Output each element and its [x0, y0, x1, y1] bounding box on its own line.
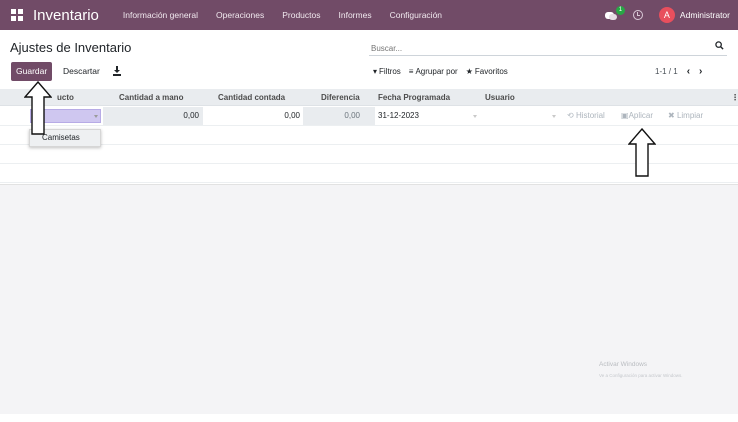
counted-value[interactable]: 0,00 — [203, 107, 303, 125]
menu-item-operations[interactable]: Operaciones — [216, 10, 264, 20]
menu-item-general[interactable]: Información general — [123, 10, 198, 20]
group-by-button[interactable]: ≡ Agrupar por — [405, 62, 462, 81]
pager-previous-icon[interactable]: ‹ — [687, 62, 690, 81]
save-button[interactable]: Guardar — [11, 62, 53, 81]
filter-icon: ▾ — [373, 67, 378, 76]
apply-button[interactable]: ▣Aplicar — [621, 107, 653, 125]
apps-menu-icon[interactable] — [11, 9, 23, 21]
user-chevron-icon[interactable] — [552, 115, 556, 118]
notification-badge: 1 — [615, 6, 625, 15]
windows-watermark-title: Activar Windows — [599, 361, 648, 368]
menu-item-settings[interactable]: Configuración — [390, 10, 442, 20]
navbar-right: 1 A Administrator — [604, 0, 730, 30]
user-name[interactable]: Administrator — [680, 10, 730, 20]
app-title[interactable]: Inventario — [33, 7, 99, 24]
search-icon[interactable] — [715, 41, 724, 50]
column-on-hand[interactable]: Cantidad a mano — [119, 89, 183, 106]
search-bar — [369, 38, 727, 57]
main-menu: Información general Operaciones Producto… — [123, 10, 460, 20]
search-input[interactable] — [369, 40, 689, 57]
star-icon: ★ — [465, 67, 473, 76]
content-background — [0, 184, 738, 414]
discard-button[interactable]: Descartar — [61, 62, 102, 81]
pager-value[interactable]: 1-1 / 1 — [655, 62, 678, 81]
top-navbar: Inventario Información general Operacion… — [0, 0, 738, 30]
filters-button[interactable]: ▾ Filtros — [369, 62, 405, 81]
group-by-icon: ≡ — [408, 67, 414, 76]
chat-icon[interactable]: 1 — [604, 6, 625, 21]
table-header: ucto Cantidad a mano Cantidad contada Di… — [0, 89, 738, 106]
table-row[interactable]: 0,00 0,00 0,00 31-12-2023 ⟲ Historial ▣A… — [0, 107, 738, 126]
chevron-down-icon — [94, 115, 98, 118]
clear-button[interactable]: ✖ Limpiar — [668, 107, 703, 125]
inventory-table: ucto Cantidad a mano Cantidad contada Di… — [0, 89, 738, 106]
activity-clock-icon[interactable] — [632, 10, 643, 20]
menu-item-products[interactable]: Productos — [282, 10, 320, 20]
pager-next-icon[interactable]: › — [699, 62, 702, 81]
menu-item-reports[interactable]: Informes — [339, 10, 372, 20]
history-button[interactable]: ⟲ Historial — [567, 107, 605, 125]
column-product[interactable]: ucto — [57, 89, 74, 106]
difference-value: 0,00 — [303, 107, 375, 125]
column-user[interactable]: Usuario — [485, 89, 515, 106]
search-options: ▾ Filtros ≡ Agrupar por ★ Favoritos — [369, 62, 512, 81]
annotation-arrow-up-icon — [24, 81, 52, 135]
avatar[interactable]: A — [658, 7, 675, 23]
column-options-icon[interactable]: ⋮ — [731, 89, 738, 106]
date-chevron-icon[interactable] — [473, 115, 477, 118]
on-hand-value: 0,00 — [103, 107, 203, 125]
windows-watermark-subtitle: Ve a Configuración para activar Windows. — [599, 373, 683, 378]
pager: 1-1 / 1 ‹ › — [655, 62, 702, 81]
column-difference[interactable]: Diferencia — [321, 89, 360, 106]
scheduled-date-value[interactable]: 31-12-2023 — [378, 107, 478, 125]
annotation-arrow-up-icon — [628, 128, 656, 177]
column-scheduled-date[interactable]: Fecha Programada — [378, 89, 450, 106]
column-counted[interactable]: Cantidad contada — [218, 89, 285, 106]
download-icon[interactable] — [112, 65, 122, 77]
page-title: Ajustes de Inventario — [10, 40, 132, 55]
favorites-button[interactable]: ★ Favoritos — [462, 62, 512, 81]
